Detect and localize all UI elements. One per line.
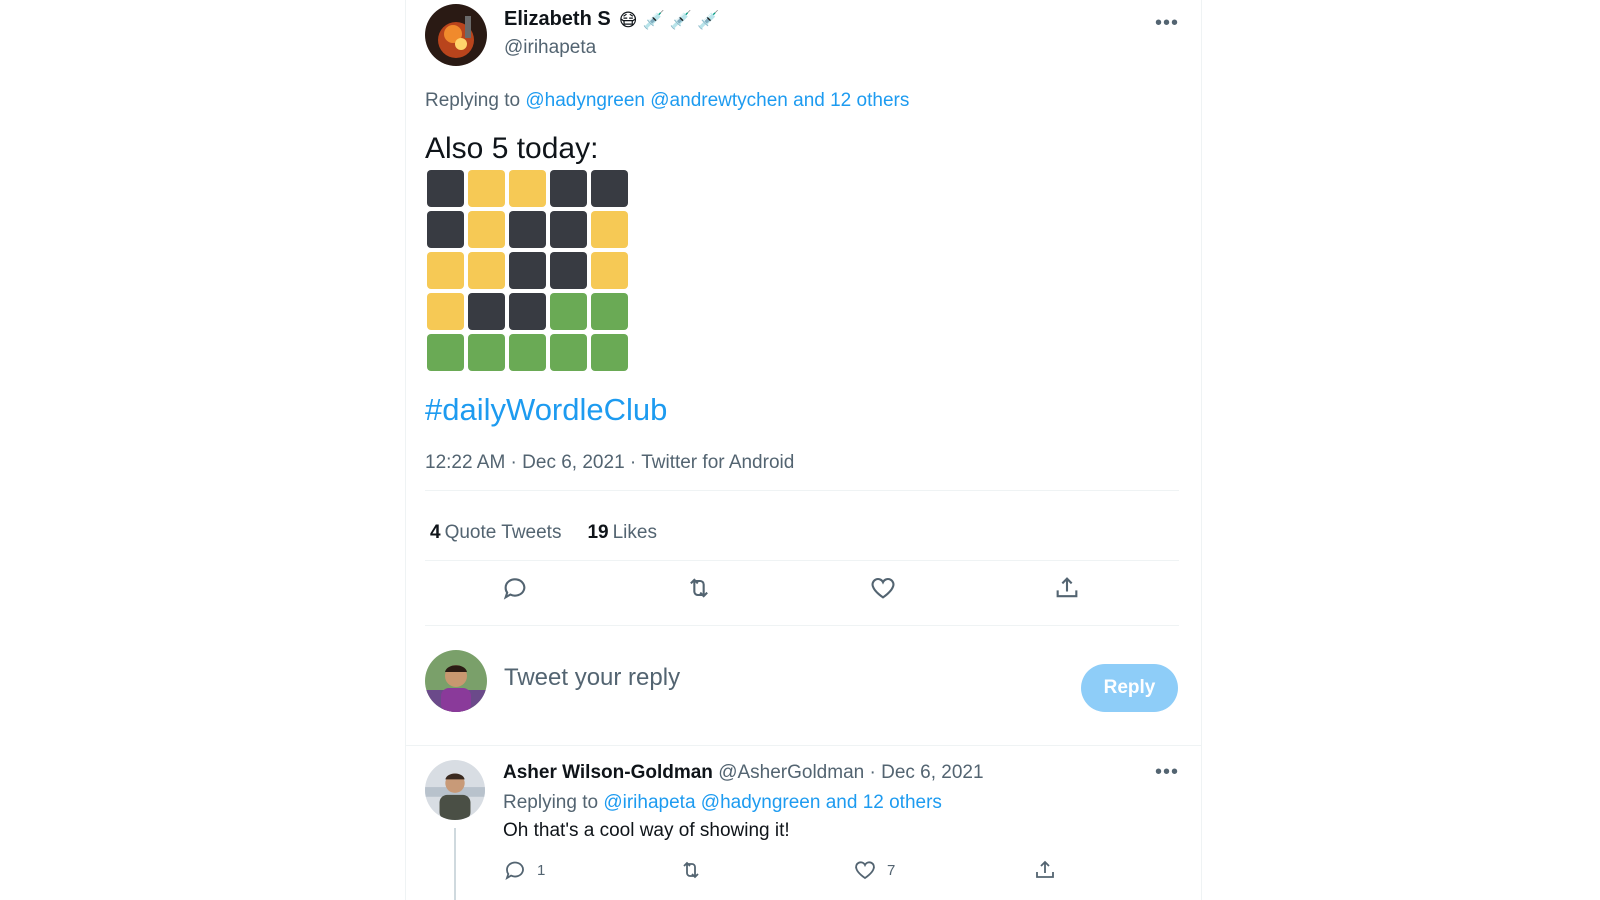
meta-separator: · <box>505 452 523 473</box>
reply-author-handle[interactable]: @AsherGoldman <box>718 762 864 783</box>
quote-tweets-link[interactable]: 4 Quote Tweets <box>430 522 561 544</box>
likes-link[interactable]: 19 Likes <box>587 522 657 544</box>
wordle-cell-yellow <box>591 211 628 248</box>
wordle-cell-green <box>591 293 628 330</box>
reply-comment-button[interactable]: 1 <box>503 858 545 882</box>
reply-input[interactable] <box>504 664 1024 692</box>
wordle-cell-yellow <box>468 252 505 289</box>
wordle-cell-dark <box>468 293 505 330</box>
comment-icon[interactable] <box>501 574 533 606</box>
divider <box>425 625 1179 626</box>
heart-icon[interactable] <box>869 574 901 606</box>
wordle-cell-green <box>550 293 587 330</box>
wordle-cell-dark <box>591 170 628 207</box>
reply-replying-prefix: Replying to <box>503 792 599 813</box>
thread-line <box>454 828 456 900</box>
wordle-cell-dark <box>550 211 587 248</box>
quote-count: 4 <box>430 522 441 543</box>
wordle-cell-dark <box>427 170 464 207</box>
replying-prefix: Replying to <box>425 90 521 111</box>
wordle-cell-yellow <box>468 170 505 207</box>
author-name-line: Elizabeth S 😷 💉 💉 💉 <box>504 8 720 31</box>
wordle-cell-dark <box>550 252 587 289</box>
tweet-meta: 12:22 AM · Dec 6, 2021 · Twitter for And… <box>425 452 794 474</box>
reply-author-name[interactable]: Asher Wilson-Goldman <box>503 762 713 783</box>
author-handle[interactable]: @irihapeta <box>504 37 596 59</box>
author-avatar[interactable] <box>425 4 487 66</box>
wordle-cell-yellow <box>468 211 505 248</box>
tweet-stats: 4 Quote Tweets 19 Likes <box>430 522 657 544</box>
reply-comment-count: 1 <box>537 861 546 879</box>
wordle-cell-yellow <box>591 252 628 289</box>
divider <box>406 745 1201 746</box>
wordle-cell-green <box>427 334 464 371</box>
reply-button[interactable]: Reply <box>1081 664 1178 712</box>
comment-icon <box>505 861 524 881</box>
divider <box>425 490 1179 491</box>
tweet-actions <box>425 568 1179 612</box>
replying-handles-link[interactable]: @hadyngreen @andrewtychen and 12 others <box>525 90 909 111</box>
tweet-time[interactable]: 12:22 AM <box>425 452 505 473</box>
meta-separator: · <box>864 762 882 783</box>
wordle-cell-green <box>591 334 628 371</box>
heart-icon <box>855 861 875 880</box>
quote-label: Quote Tweets <box>444 522 562 543</box>
likes-count: 19 <box>587 522 609 543</box>
wordle-cell-green <box>468 334 505 371</box>
reply-more-options-icon[interactable]: ••• <box>1155 761 1179 784</box>
wordle-cell-dark <box>509 211 546 248</box>
reply-like-count: 7 <box>887 861 896 879</box>
wordle-cell-yellow <box>509 170 546 207</box>
likes-label: Likes <box>612 522 657 543</box>
reply-text: Oh that's a cool way of showing it! <box>503 820 790 841</box>
reply-replying-handles-link[interactable]: @irihapeta @hadyngreen and 12 others <box>603 792 942 813</box>
reply-header: Asher Wilson-Goldman @AsherGoldman · Dec… <box>503 762 984 784</box>
wordle-cell-dark <box>550 170 587 207</box>
tweet-source[interactable]: Twitter for Android <box>641 452 794 473</box>
wordle-cell-green <box>509 334 546 371</box>
share-icon <box>1036 860 1054 878</box>
meta-separator: · <box>624 452 642 473</box>
tweet-text: Also 5 today: <box>425 132 599 165</box>
current-user-avatar[interactable] <box>425 650 487 712</box>
author-emoji: 😷 💉 💉 💉 <box>618 9 720 30</box>
wordle-grid <box>427 170 628 371</box>
replying-to: Replying to @hadyngreen @andrewtychen an… <box>425 90 909 112</box>
wordle-cell-dark <box>509 252 546 289</box>
reply-author-avatar[interactable] <box>425 760 485 820</box>
reply-replying-to: Replying to @irihapeta @hadyngreen and 1… <box>503 792 942 814</box>
tweet-column: Elizabeth S 😷 💉 💉 💉 @irihapeta ••• Reply… <box>405 0 1202 900</box>
wordle-cell-green <box>550 334 587 371</box>
divider <box>425 560 1179 561</box>
retweet-icon <box>683 861 699 879</box>
wordle-cell-dark <box>427 211 464 248</box>
wordle-cell-dark <box>509 293 546 330</box>
wordle-cell-yellow <box>427 293 464 330</box>
reply-actions: 1 7 <box>503 858 1179 894</box>
tweet-date[interactable]: Dec 6, 2021 <box>522 452 624 473</box>
reply-share-button[interactable] <box>1033 858 1057 882</box>
share-icon[interactable] <box>1053 574 1085 606</box>
reply-date[interactable]: Dec 6, 2021 <box>881 762 983 783</box>
hashtag-link[interactable]: #dailyWordleClub <box>425 392 667 428</box>
reply-like-button[interactable]: 7 <box>853 858 895 882</box>
wordle-cell-yellow <box>427 252 464 289</box>
more-options-icon[interactable]: ••• <box>1155 12 1179 35</box>
author-name[interactable]: Elizabeth S <box>504 8 611 31</box>
retweet-icon[interactable] <box>685 574 717 606</box>
reply-retweet-button[interactable] <box>679 858 703 882</box>
